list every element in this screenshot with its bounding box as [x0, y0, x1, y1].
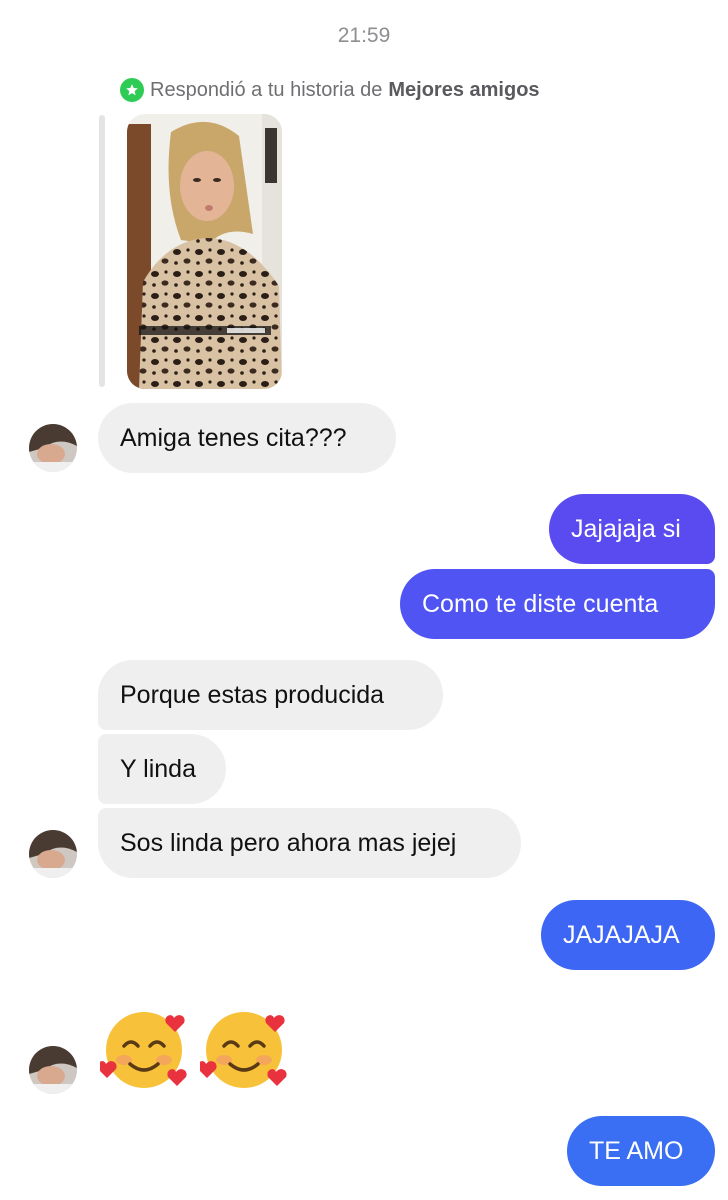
close-friends-star-icon — [120, 78, 144, 102]
chat-thread: 21:59 Respondió a tu historia de Mejores… — [0, 0, 728, 1200]
story-reply-quote-bar — [99, 115, 105, 387]
story-thumbnail[interactable] — [127, 114, 282, 389]
story-reply-prefix: Respondió a tu historia de — [150, 78, 383, 101]
outgoing-message-bubble[interactable]: TE AMO — [567, 1116, 715, 1186]
outgoing-message-bubble[interactable]: JAJAJAJA — [541, 900, 715, 970]
message-timestamp: 21:59 — [337, 24, 391, 47]
contact-avatar[interactable] — [29, 830, 77, 878]
outgoing-message-bubble[interactable]: Jajajaja si — [549, 494, 715, 564]
incoming-message-bubble[interactable]: Amiga tenes cita??? — [98, 403, 396, 473]
smiling-face-with-hearts-icon — [200, 1012, 287, 1088]
incoming-message-bubble[interactable]: Porque estas producida — [98, 660, 443, 730]
emoji-message[interactable] — [100, 1004, 288, 1092]
contact-avatar[interactable] — [29, 424, 77, 472]
smiling-face-with-hearts-icon — [100, 1012, 187, 1088]
outgoing-message-bubble[interactable]: Como te diste cuenta — [400, 569, 715, 639]
story-reply-list-name: Mejores amigos — [388, 78, 540, 101]
incoming-message-bubble[interactable]: Y linda — [98, 734, 226, 804]
story-reply-label: Respondió a tu historia de Mejores amigo… — [120, 78, 540, 102]
contact-avatar[interactable] — [29, 1046, 77, 1094]
incoming-message-bubble[interactable]: Sos linda pero ahora mas jejej — [98, 808, 521, 878]
